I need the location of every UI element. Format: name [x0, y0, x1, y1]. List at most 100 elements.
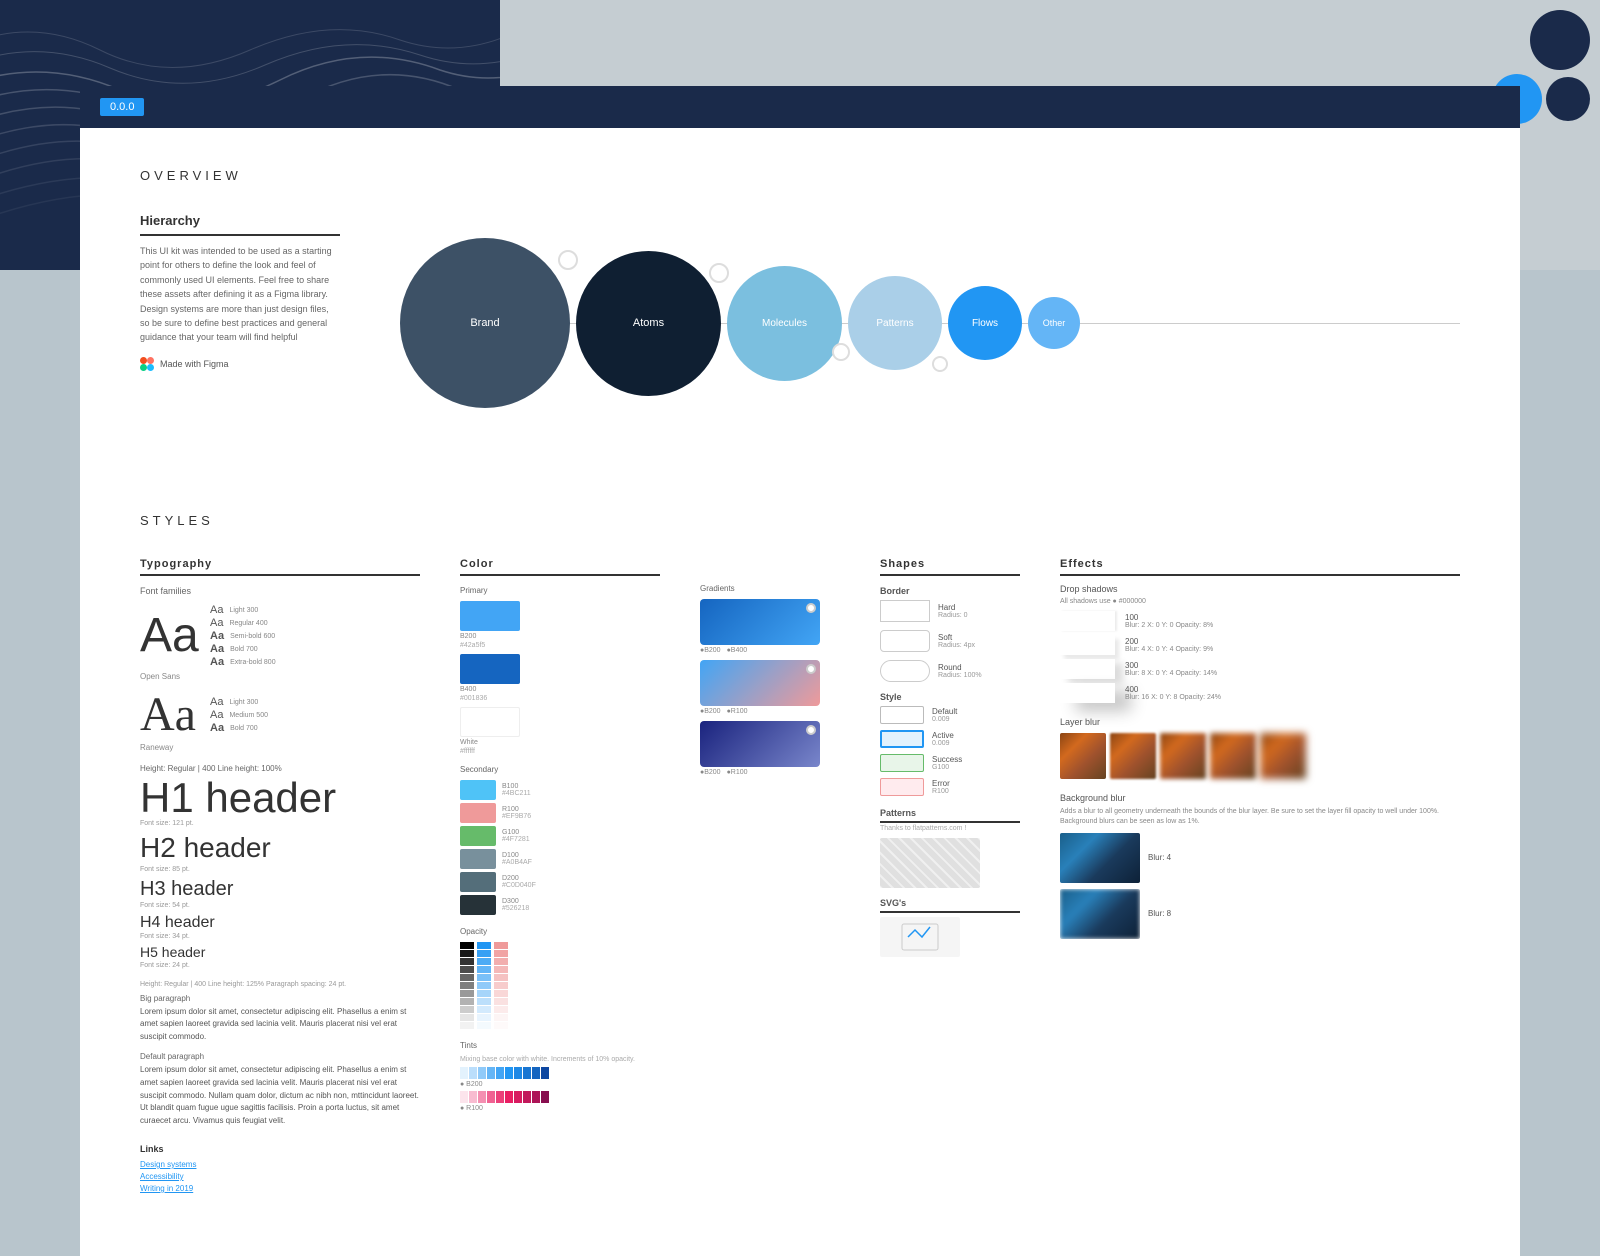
layer-blur-label: Layer blur: [1060, 717, 1460, 727]
typography-column: Typography Font families Aa AaLight 300 …: [140, 558, 420, 1196]
main-content-area: 0.0.0 OVERVIEW Hierarchy This UI kit was…: [80, 86, 1520, 1256]
drop-shadows-section: Drop shadows All shadows use ● #000000 1…: [1060, 584, 1460, 703]
styles-columns: Typography Font families Aa AaLight 300 …: [140, 558, 1460, 1196]
opacity-dark: [460, 942, 474, 1029]
made-with-figma: Made with Figma: [140, 357, 340, 371]
h2-preview: H2 header: [140, 831, 420, 865]
swatch-d200-label: D200: [502, 875, 536, 882]
shadow-400: 400 Blur: 16 X: 0 Y: 8 Opacity: 24%: [1060, 683, 1460, 703]
shadow-400-preview: [1060, 683, 1115, 703]
style-label: Style: [880, 692, 1020, 702]
shadow-200-value: 200: [1125, 637, 1213, 646]
border-soft-name: Soft: [938, 633, 975, 642]
shadow-100: 100 Blur: 2 X: 0 Y: 0 Opacity: 8%: [1060, 611, 1460, 631]
paragraph-meta: Height: Regular | 400 Line height: 125% …: [140, 981, 420, 988]
gradient-2: ●B200●R100: [700, 660, 840, 715]
style-active-name: Active: [932, 731, 954, 740]
shadow-100-preview: [1060, 611, 1115, 631]
h4-size: Font size: 34 pt.: [140, 933, 420, 940]
tint-label-r100: ● R100: [460, 1105, 660, 1112]
blur-thumb-3: [1160, 733, 1206, 779]
h3-size: Font size: 54 pt.: [140, 902, 420, 909]
style-error-preview: [880, 778, 924, 796]
overview-title: OVERVIEW: [140, 168, 1460, 183]
shadow-200-desc: Blur: 4 X: 0 Y: 4 Opacity: 9%: [1125, 646, 1213, 653]
hierarchy-text: Hierarchy This UI kit was intended to be…: [140, 213, 340, 371]
font-raneway-weights: AaLight 300 AaMedium 500 AaBold 700: [210, 696, 268, 734]
swatch-b100-color: [460, 780, 496, 800]
svgs-preview: [880, 917, 960, 957]
secondary-swatch-g100: G100#4F7281: [460, 826, 660, 846]
opacity-red: [494, 942, 508, 1029]
h2-size: Font size: 85 pt.: [140, 866, 420, 873]
paragraph-section: Height: Regular | 400 Line height: 125% …: [140, 981, 420, 1128]
opacity-label: Opacity: [460, 927, 660, 936]
border-hard-preview: [880, 600, 930, 622]
bubble-molecules: Molecules: [727, 266, 842, 381]
border-hard-sub: Radius: 0: [938, 612, 968, 619]
top-bar: 0.0.0: [80, 86, 1520, 128]
style-default-name: Default: [932, 707, 957, 716]
tint-label-b200: ● B200: [460, 1081, 660, 1088]
style-success-sub: G100: [932, 764, 962, 771]
effects-column: Effects Drop shadows All shadows use ● #…: [1060, 558, 1460, 1196]
shapes-title: Shapes: [880, 558, 1020, 576]
border-label: Border: [880, 586, 1020, 596]
swatch-r100-label: R100: [502, 806, 531, 813]
link-writing[interactable]: Writing in 2019: [140, 1184, 420, 1193]
swatch-d100-label: D100: [502, 852, 532, 859]
link-accessibility[interactable]: Accessibility: [140, 1172, 420, 1181]
swatch-b200-hex: #42a5f5: [460, 642, 660, 649]
shadow-100-desc: Blur: 2 X: 0 Y: 0 Opacity: 8%: [1125, 622, 1213, 629]
version-badge: 0.0.0: [100, 98, 144, 116]
style-active-sub: 0.009: [932, 740, 954, 747]
swatch-r100-color: [460, 803, 496, 823]
swatch-white-hex: #ffffff: [460, 748, 660, 755]
border-soft: Soft Radius: 4px: [880, 630, 1020, 652]
patterns-section: Patterns Thanks to flatpatterns.com !: [880, 808, 1020, 888]
link-design-systems[interactable]: Design systems: [140, 1160, 420, 1169]
shadow-300-desc: Blur: 8 X: 0 Y: 4 Opacity: 14%: [1125, 670, 1217, 677]
bg-blur-note: Adds a blur to all geometry underneath t…: [1060, 807, 1460, 827]
effects-title: Effects: [1060, 558, 1460, 576]
swatch-b400-label: B400: [460, 686, 660, 693]
secondary-swatches: B100#4BC211 R100#EF9B76 G100#4F7281: [460, 780, 660, 915]
bubble-chart: Brand Atoms: [400, 213, 1460, 433]
hierarchy-label: Hierarchy: [140, 213, 340, 236]
style-default-sub: 0.009: [932, 716, 957, 723]
shadow-300-preview: [1060, 659, 1115, 679]
style-error-sub: R100: [932, 788, 950, 795]
secondary-swatch-d200: D200#C0D040F: [460, 872, 660, 892]
shadow-note: All shadows use ● #000000: [1060, 598, 1460, 605]
border-round: Round Radius: 100%: [880, 660, 1020, 682]
patterns-note: Thanks to flatpatterns.com !: [880, 825, 1020, 832]
blur-thumb-2: [1110, 733, 1156, 779]
swatch-d200-hex: #C0D040F: [502, 882, 536, 889]
style-section: Style Default 0.009 Activ: [880, 692, 1020, 796]
h5-preview: H5 header: [140, 944, 420, 961]
layer-blur-section: Layer blur: [1060, 717, 1460, 779]
border-hard: Hard Radius: 0: [880, 600, 1020, 622]
hierarchy-area: Hierarchy This UI kit was intended to be…: [140, 213, 1460, 433]
font-open-sans-name: Open Sans: [140, 672, 420, 681]
shadow-100-value: 100: [1125, 613, 1213, 622]
svgs-label: SVG's: [880, 898, 1020, 913]
blur-images: [1060, 733, 1460, 779]
bg-blur-section: Background blur Adds a blur to all geome…: [1060, 793, 1460, 939]
shadow-400-value: 400: [1125, 685, 1221, 694]
style-default: Default 0.009: [880, 706, 1020, 724]
blur-thumb-4: [1210, 733, 1256, 779]
style-error: Error R100: [880, 778, 1020, 796]
h3-preview: H3 header: [140, 877, 420, 901]
swatch-b400: [460, 654, 520, 684]
border-round-sub: Radius: 100%: [938, 672, 982, 679]
style-active: Active 0.009: [880, 730, 1020, 748]
color-column: Color Primary B200 #42a5f5 B400 #001836 …: [460, 558, 660, 1196]
gradients-column: Gradients ●B200●B400: [700, 558, 840, 1196]
styles-section: STYLES Typography Font families Aa AaLig…: [80, 493, 1520, 1256]
border-round-name: Round: [938, 663, 982, 672]
bubble-patterns: Patterns: [848, 276, 942, 370]
tints-note: Mixing base color with white. Increments…: [460, 1056, 660, 1063]
font-open-sans-weights: AaLight 300 AaRegular 400 AaSemi-bold 60…: [210, 604, 276, 668]
blur-thumb-1: [1060, 733, 1106, 779]
